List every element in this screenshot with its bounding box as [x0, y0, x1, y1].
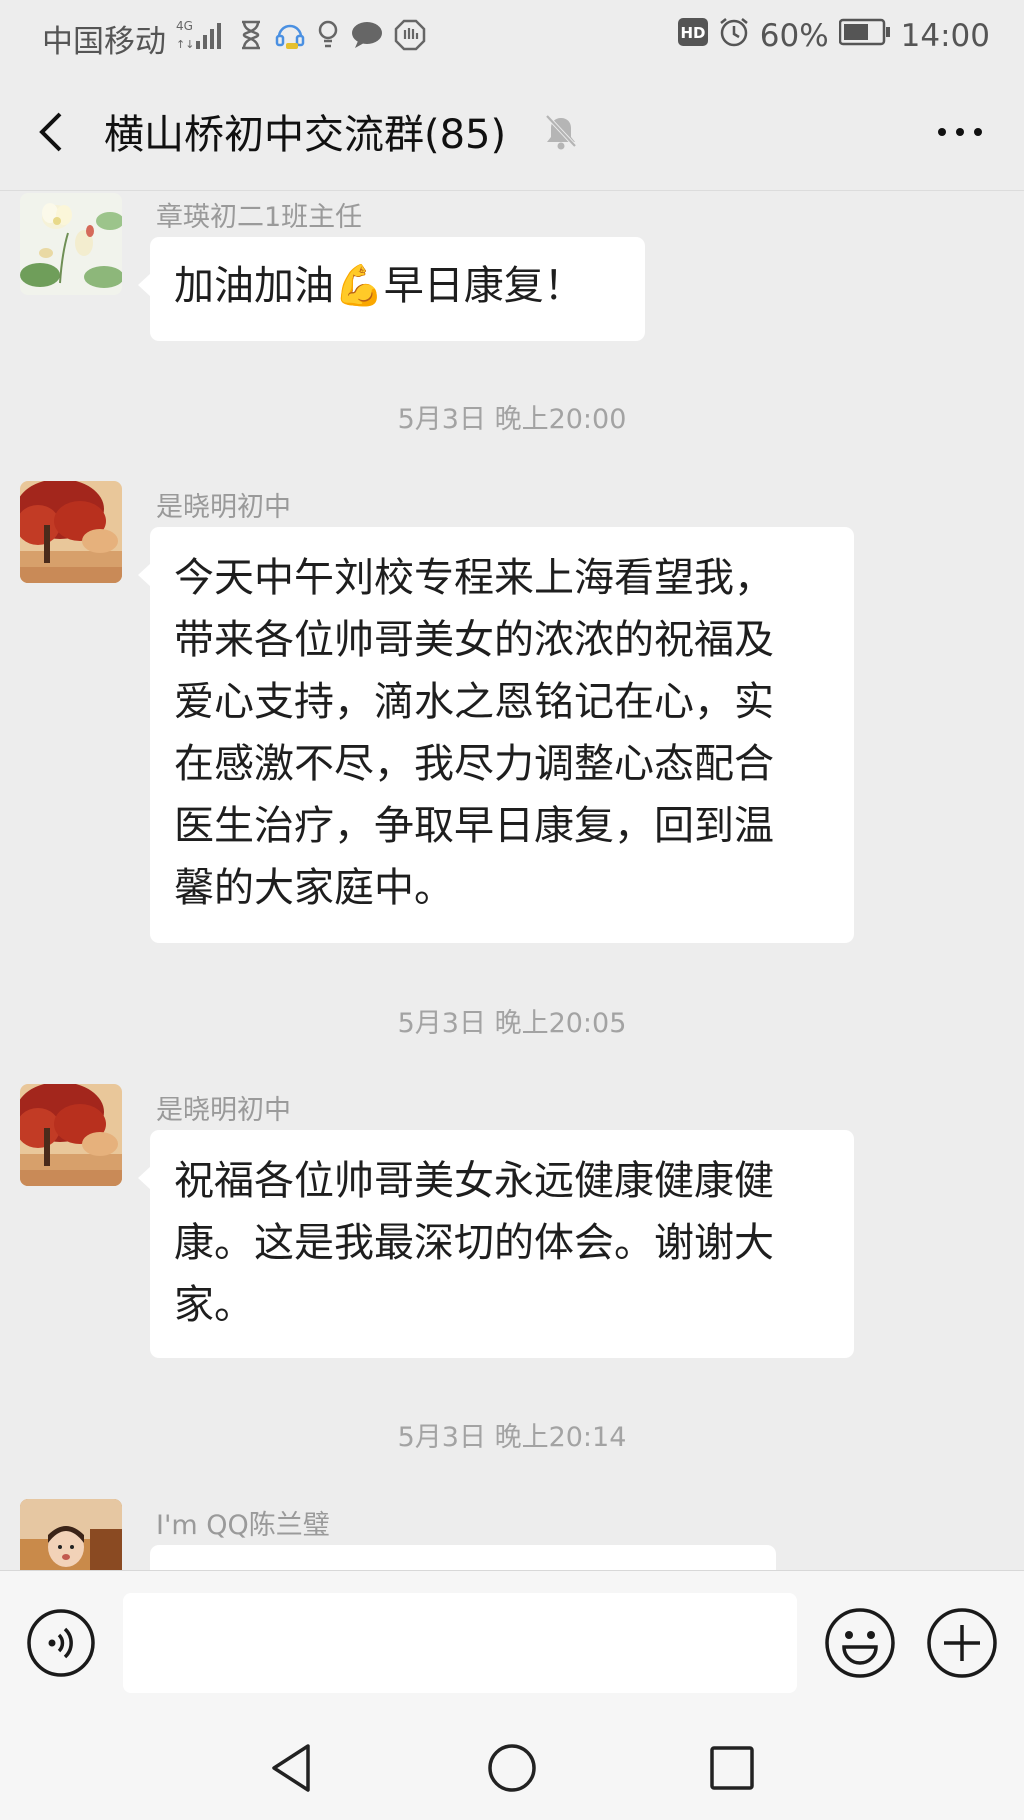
sender-name: I'm QQ陈兰璧: [156, 1510, 330, 1541]
message-bubble[interactable]: 今天中午刘校专程来上海看望我， 带来各位帅哥美女的浓浓的祝福及 爱心支持，滴水之…: [138, 527, 854, 943]
hourglass-icon: [238, 20, 264, 58]
message-bubble[interactable]: 加油加油💪早日康复！: [138, 237, 645, 341]
nav-home-button[interactable]: [484, 1740, 540, 1796]
chevron-left-icon: [39, 112, 62, 152]
home-circle-icon: [488, 1744, 536, 1792]
message-text: 加油加油💪早日康复！: [174, 263, 584, 309]
recent-square-icon: [710, 1746, 754, 1790]
message-timestamp: 5月3日 晚上20:05: [397, 1008, 627, 1039]
red-tree-avatar-icon[interactable]: [20, 1084, 122, 1186]
nav-recents-button[interactable]: [704, 1740, 760, 1796]
voice-button[interactable]: [26, 1608, 96, 1678]
plus-icon: [927, 1608, 997, 1678]
mute-bell-icon: [543, 112, 579, 156]
message-input-bar: [0, 1570, 1024, 1711]
message-text-line: 馨的大家庭中。: [174, 865, 454, 911]
message-text-line: 医生治疗，争取早日康复，回到温: [174, 803, 774, 849]
emoji-button[interactable]: [824, 1607, 896, 1679]
child-photo-avatar-icon[interactable]: [20, 1499, 122, 1570]
message-text-line: 康。这是我最深切的体会。谢谢大: [174, 1220, 774, 1266]
network-label: 4G: [176, 19, 193, 33]
system-navigation-bar: [0, 1710, 1024, 1820]
chat-message-list[interactable]: 章瑛初二1班主任 加油加油💪早日康复！ 5月3日 晚上20:00 是晓明初中 今…: [0, 191, 1024, 1570]
message-bubble[interactable]: [150, 1545, 776, 1570]
back-triangle-icon: [272, 1744, 310, 1792]
chat-title: 横山桥初中交流群(85): [104, 112, 507, 158]
emoji-icon: [825, 1608, 895, 1678]
sender-name: 是晓明初中: [156, 492, 291, 523]
voice-icon: [27, 1609, 95, 1677]
headset-icon: [274, 19, 306, 59]
svg-text:↑↓: ↑↓: [176, 38, 194, 51]
more-actions-button[interactable]: [926, 1607, 998, 1679]
carrier-label: 中国移动: [42, 24, 166, 60]
red-tree-avatar-icon[interactable]: [20, 481, 122, 583]
message-text-line: 带来各位帅哥美女的浓浓的祝福及: [174, 617, 774, 663]
message-input[interactable]: [123, 1593, 797, 1693]
back-button[interactable]: [30, 102, 86, 162]
clock-time: 14:00: [900, 18, 990, 54]
message-timestamp: 5月3日 晚上20:00: [397, 404, 627, 435]
alarm-icon: [718, 16, 750, 56]
chat-bubble-icon: [350, 20, 384, 58]
message-bubble[interactable]: 祝福各位帅哥美女永远健康健康健 康。这是我最深切的体会。谢谢大 家。: [138, 1130, 854, 1358]
message-text-line: 爱心支持，滴水之恩铭记在心，实: [174, 679, 774, 725]
hd-label: HD: [680, 24, 705, 42]
chat-header: 横山桥初中交流群(85): [0, 72, 1024, 191]
message-timestamp: 5月3日 晚上20:14: [397, 1422, 627, 1453]
signal-icon: 4G ↑↓: [176, 17, 228, 61]
sender-name: 是晓明初中: [156, 1095, 291, 1126]
lotus-avatar-icon[interactable]: [20, 193, 122, 295]
more-options-button[interactable]: [930, 112, 990, 152]
shield-hand-icon: [394, 19, 426, 59]
status-bar: 中国移动 4G ↑↓ HD 60% 14:00: [0, 0, 1024, 72]
battery-icon: [838, 18, 891, 54]
battery-percent: 60%: [759, 18, 829, 54]
hd-icon: HD: [677, 18, 708, 54]
message-text-line: 祝福各位帅哥美女永远健康健康健: [174, 1158, 774, 1204]
sender-name: 章瑛初二1班主任: [156, 202, 363, 233]
message-text-line: 在感激不尽，我尽力调整心态配合: [174, 741, 774, 787]
lightbulb-icon: [316, 19, 340, 59]
message-text-line: 今天中午刘校专程来上海看望我，: [174, 555, 774, 601]
more-dots-icon: [938, 128, 982, 136]
message-text-line: 家。: [174, 1282, 254, 1328]
nav-back-button[interactable]: [264, 1740, 320, 1796]
